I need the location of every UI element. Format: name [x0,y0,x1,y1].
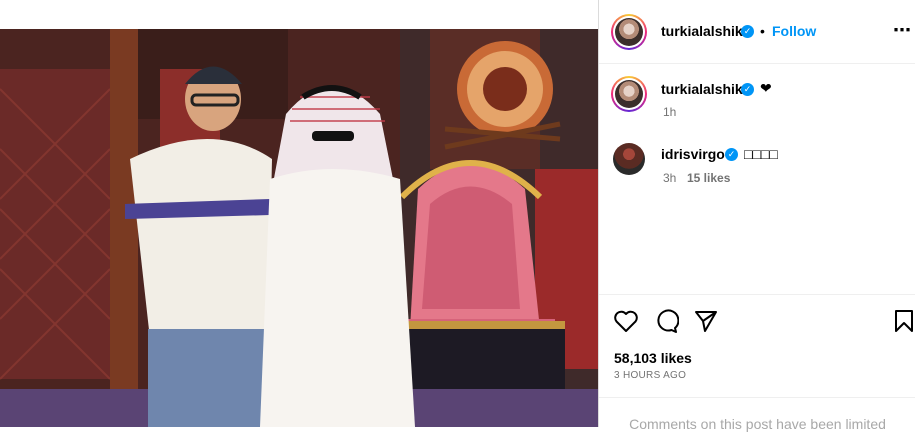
comment-text: □□□□ [744,146,778,162]
comment-likes-count: 15 likes [687,171,731,185]
comment-icon[interactable] [653,309,679,333]
comments-limited-notice: Comments on this post have been limited [629,416,886,432]
caption-username[interactable]: turkialalshik [661,81,743,97]
photo-scene [0,29,598,427]
top-strip [0,0,598,29]
author-avatar[interactable] [611,14,647,50]
post-header: turkialalshik ✓ • Follow ⋯ [599,0,915,64]
bookmark-icon[interactable] [893,309,915,333]
heart-icon[interactable] [613,309,639,333]
separator-dot: • [760,23,765,39]
like-count[interactable]: 58,103 likes [614,350,692,366]
verified-icon: ✓ [725,148,738,161]
verified-icon: ✓ [741,83,754,96]
share-icon[interactable] [693,309,719,333]
verified-icon: ✓ [741,25,754,38]
posted-time[interactable]: 3 HOURS AGO [614,370,686,381]
follow-button[interactable]: Follow [772,23,816,39]
actions-divider [599,294,915,295]
post-photo[interactable] [0,29,598,427]
comments-divider [599,397,915,398]
comment-likes[interactable]: 15 likes [687,171,730,185]
comment-time[interactable]: 3h [663,171,676,185]
caption-text: ❤ [760,80,772,96]
comment-username[interactable]: idrisvirgo [661,146,725,162]
caption-time[interactable]: 1h [663,105,676,119]
post-sidebar: turkialalshik ✓ • Follow ⋯ turkialalshik… [598,0,915,432]
author-username[interactable]: turkialalshik [661,23,743,39]
caption-author-avatar[interactable] [611,76,647,112]
more-options-icon[interactable]: ⋯ [893,20,912,41]
commenter-avatar[interactable] [613,143,645,175]
